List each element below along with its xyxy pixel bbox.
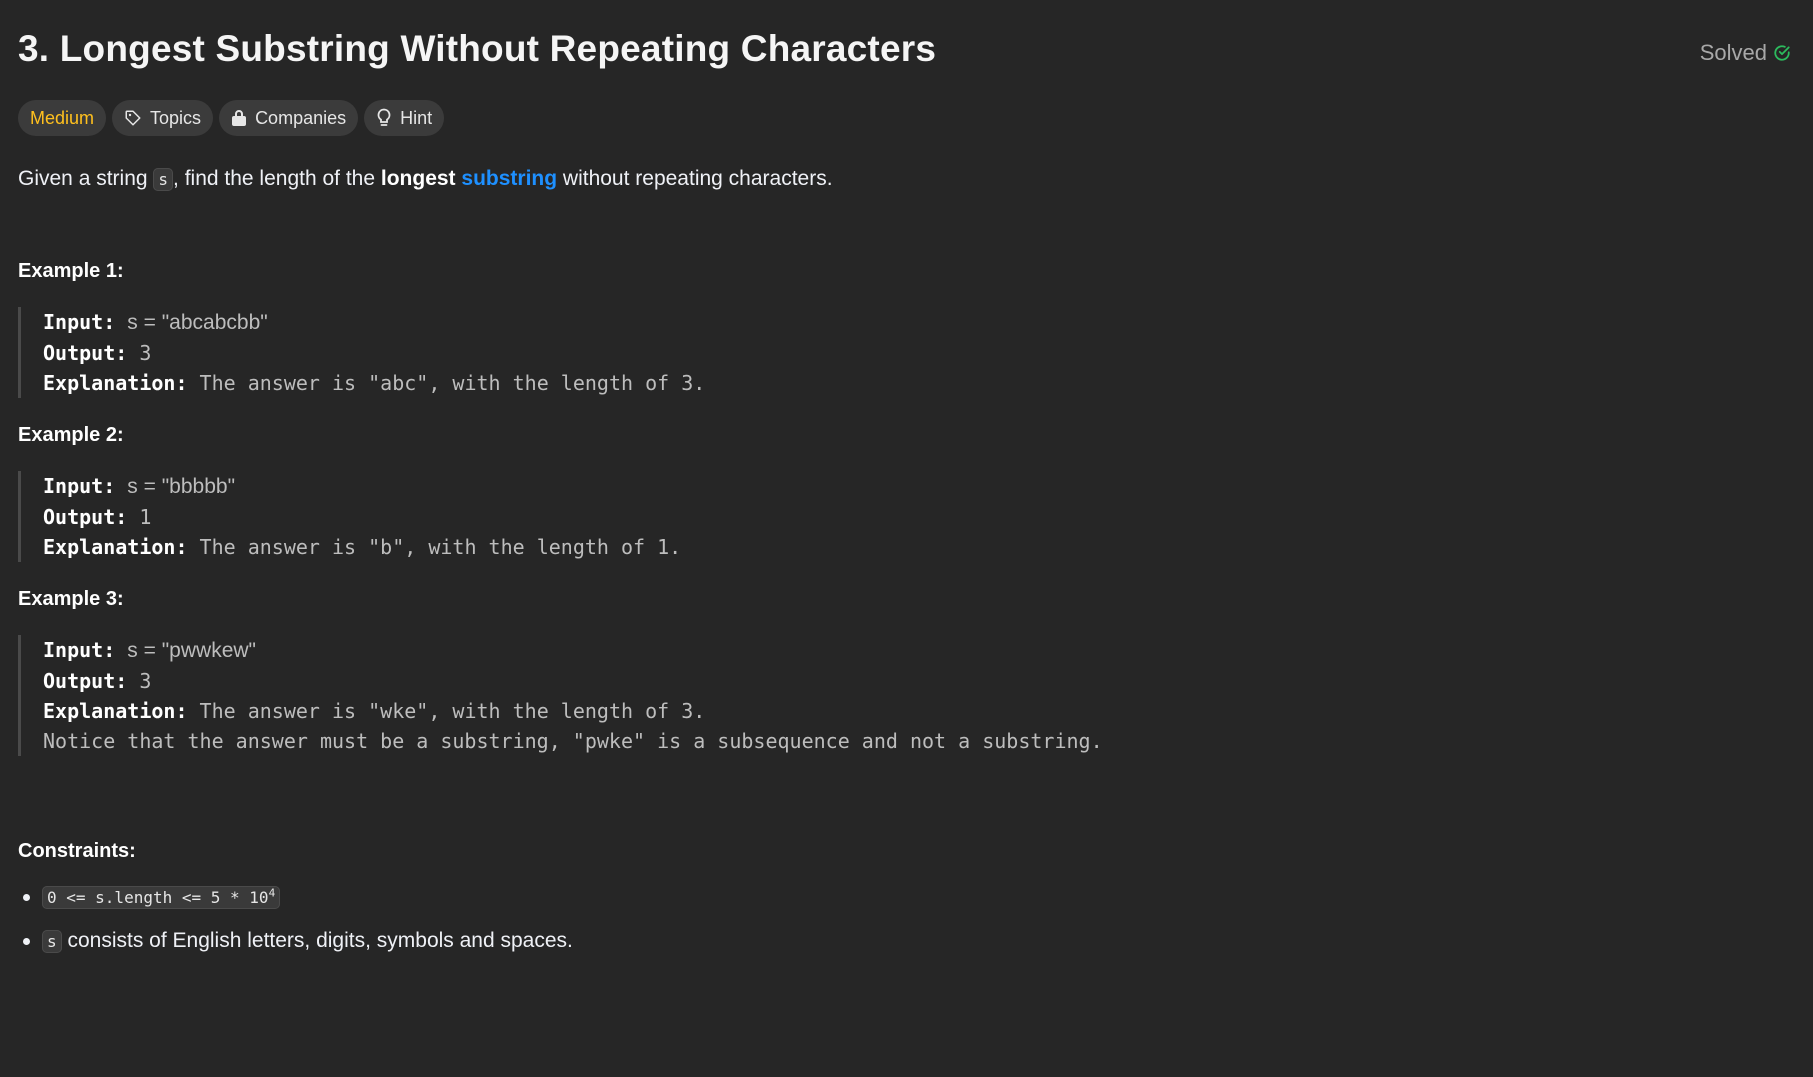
example-3-block: Input: s = "pwwkew" Output: 3 Explanatio… [18, 635, 1795, 757]
example-2-block: Input: s = "bbbbb" Output: 1 Explanation… [18, 471, 1795, 563]
lightbulb-icon [376, 108, 392, 128]
explanation-label: Explanation: [43, 371, 188, 396]
explanation-value: The answer is "b", with the length of 1. [199, 535, 682, 560]
output-value: 3 [139, 341, 152, 366]
output-value: 3 [139, 669, 152, 694]
problem-description-panel: 3. Longest Substring Without Repeating C… [0, 0, 1813, 1077]
example-output-line: Output: 3 [43, 666, 1795, 696]
input-label: Input: [43, 474, 116, 499]
statement-text: without repeating characters. [557, 167, 833, 190]
tag-icon [124, 109, 142, 127]
statement-text: Given a string [18, 167, 154, 190]
example-3-title: Example 3: [18, 588, 124, 611]
companies-label: Companies [255, 107, 347, 128]
problem-statement: Given a string s, find the length of the… [18, 164, 1795, 193]
emphasis-text: longest [380, 167, 456, 190]
example-explanation-line: Explanation: The answer is "b", with the… [43, 532, 1795, 562]
explanation-value: The answer is "wke", with the length of … [199, 699, 706, 724]
constraint-code: 0 <= s.length <= 5 * 104 [42, 886, 281, 910]
explanation-label: Explanation: [43, 699, 188, 724]
problem-title[interactable]: 3. Longest Substring Without Repeating C… [18, 28, 936, 70]
example-input-line: Input: s = "pwwkew" [43, 635, 1795, 666]
example-output-line: Output: 3 [43, 338, 1795, 368]
constraint-item: s consists of English letters, digits, s… [23, 929, 1795, 954]
example-note-line: Notice that the answer must be a substri… [43, 729, 1103, 754]
constraints-title: Constraints: [18, 840, 136, 863]
topics-label: Topics [150, 107, 202, 128]
hint-label: Hint [400, 107, 433, 128]
output-label: Output: [43, 505, 128, 530]
explanation-label: Explanation: [43, 535, 188, 560]
output-label: Output: [43, 341, 128, 366]
input-value: s = "pwwkew" [127, 639, 256, 663]
difficulty-label: Medium [30, 107, 95, 128]
example-explanation-line: Explanation: The answer is "wke", with t… [43, 696, 1795, 726]
input-value: s = "bbbbb" [127, 475, 236, 499]
inline-code: s [153, 168, 174, 191]
statement-text: , find the length of the [173, 167, 381, 190]
constraint-item: 0 <= s.length <= 5 * 104 [23, 885, 1795, 910]
input-label: Input: [43, 638, 116, 663]
input-value: s = "abcabcbb" [127, 311, 268, 335]
constraints-list: 0 <= s.length <= 5 * 104 s consists of E… [18, 885, 1795, 954]
example-1-block: Input: s = "abcabcbb" Output: 3 Explanat… [18, 307, 1795, 399]
example-output-line: Output: 1 [43, 502, 1795, 532]
example-1-title: Example 1: [18, 260, 124, 283]
constraint-exponent: 4 [268, 887, 276, 901]
explanation-value: The answer is "abc", with the length of … [199, 371, 706, 396]
input-label: Input: [43, 310, 116, 335]
output-value: 1 [139, 505, 152, 530]
example-input-line: Input: s = "bbbbb" [43, 471, 1795, 502]
solved-label: Solved [1699, 40, 1767, 65]
constraint-text: consists of English letters, digits, sym… [61, 929, 573, 953]
title-row: 3. Longest Substring Without Repeating C… [18, 0, 1795, 108]
constraint-code-text: 0 <= s.length <= 5 * 10 [47, 888, 269, 908]
example-explanation-line: Explanation: The answer is "abc", with t… [43, 368, 1795, 398]
lock-icon [231, 109, 247, 127]
substring-link[interactable]: substring [461, 167, 557, 190]
check-circle-icon [1773, 44, 1791, 62]
example-input-line: Input: s = "abcabcbb" [43, 307, 1795, 338]
output-label: Output: [43, 669, 128, 694]
constraint-code: s [42, 930, 62, 954]
solved-status: Solved [1700, 40, 1791, 66]
example-2-title: Example 2: [18, 424, 124, 447]
